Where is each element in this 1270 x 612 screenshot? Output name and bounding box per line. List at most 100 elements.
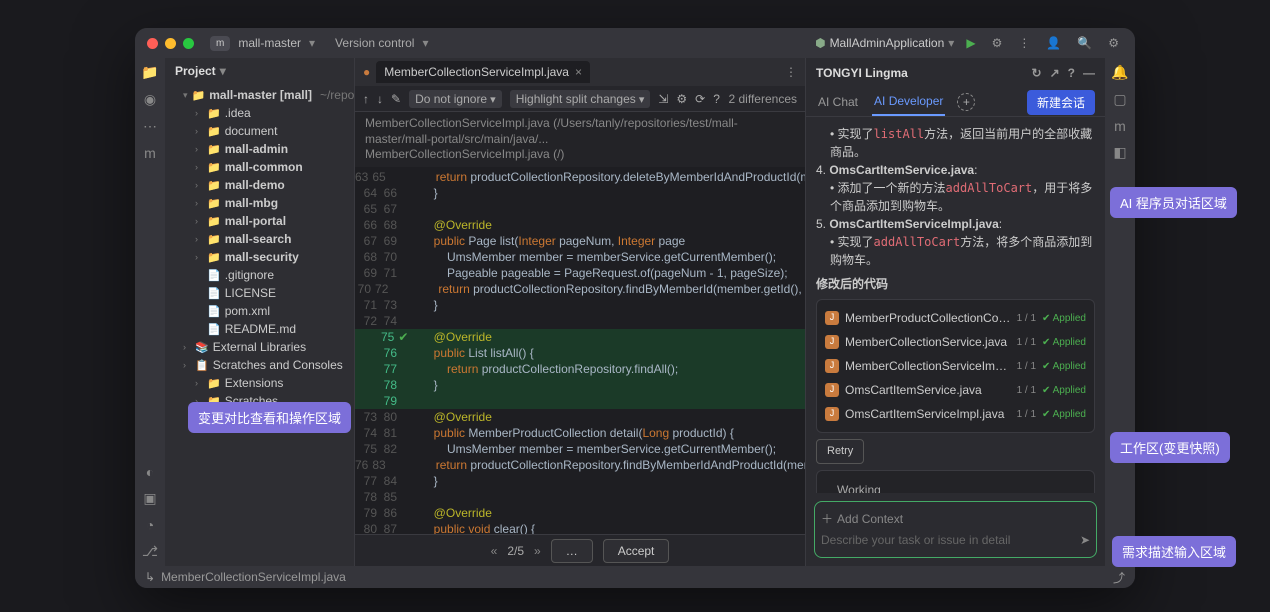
- minimize-icon[interactable]: —: [1083, 66, 1095, 80]
- tree-item-label: Extensions: [225, 376, 284, 390]
- bookmark-icon[interactable]: ◉: [144, 91, 156, 108]
- ws-reject[interactable]: Reject: [1021, 491, 1049, 493]
- more-icon[interactable]: ⋮: [1014, 32, 1034, 54]
- open-icon[interactable]: ↗: [1050, 66, 1060, 80]
- chevron-right-icon: ›: [195, 144, 203, 154]
- ws-latest[interactable]: Latest: [888, 490, 921, 494]
- tree-item[interactable]: ›📚External Libraries: [165, 338, 354, 356]
- tree-item[interactable]: ›📁mall-portal: [165, 212, 354, 230]
- tree-item[interactable]: 📄LICENSE: [165, 284, 354, 302]
- task-icon[interactable]: ◔: [146, 517, 154, 533]
- new-chat-button[interactable]: 新建会话: [1027, 90, 1095, 115]
- edit-icon[interactable]: ✎: [391, 92, 401, 106]
- m-icon[interactable]: m: [144, 145, 156, 161]
- chevron-right-icon: ›: [195, 162, 203, 172]
- ws-diff[interactable]: Diff: [1000, 491, 1015, 493]
- working-space: ▾ Working Space Latest ▾ ✔ Applied Diff …: [816, 470, 1095, 494]
- tree-item[interactable]: ›📁Extensions: [165, 374, 354, 392]
- add-context[interactable]: ＋ Add Context: [821, 508, 1090, 529]
- tab-file[interactable]: MemberCollectionServiceImpl.java ×: [376, 61, 590, 83]
- maximize-icon[interactable]: [183, 38, 194, 49]
- chevron-down-icon[interactable]: ▾: [825, 490, 831, 494]
- chevron-down-icon[interactable]: ▾: [927, 490, 933, 494]
- change-row[interactable]: JOmsCartItemService.java1 / 1✔ Applied: [823, 378, 1088, 402]
- change-row[interactable]: JOmsCartItemServiceImpl.java1 / 1✔ Appli…: [823, 402, 1088, 426]
- down-arrow-icon[interactable]: ↓: [377, 92, 383, 106]
- change-row[interactable]: JMemberProductCollectionController.java1…: [823, 306, 1088, 330]
- sync-icon[interactable]: ⟳: [695, 92, 705, 106]
- retry-button[interactable]: Retry: [816, 439, 864, 464]
- run-icon[interactable]: ▶: [962, 32, 979, 54]
- reject-button[interactable]: …: [551, 539, 593, 563]
- run-configuration[interactable]: ⬢ MallAdminApplication ▾: [815, 36, 954, 50]
- history-icon[interactable]: ↻: [1032, 66, 1042, 80]
- tree-item[interactable]: ›📁mall-demo: [165, 176, 354, 194]
- ws-accept[interactable]: Accept: [1055, 491, 1086, 493]
- ai-prompt-input[interactable]: Describe your task or issue in detail ➤: [821, 529, 1090, 551]
- globe-icon[interactable]: ◐: [146, 464, 154, 480]
- up-arrow-icon[interactable]: ↑: [363, 92, 369, 106]
- structure-icon[interactable]: ⋯: [143, 118, 157, 135]
- help-icon[interactable]: ?: [1068, 66, 1075, 80]
- code-line: 6870 UmsMember member = memberService.ge…: [355, 249, 805, 265]
- m-icon[interactable]: m: [1114, 118, 1126, 134]
- tree-item[interactable]: ›📁mall-security: [165, 248, 354, 266]
- git-icon[interactable]: ⎇: [142, 543, 158, 560]
- next-icon[interactable]: »: [534, 544, 541, 558]
- change-row[interactable]: JMemberCollectionServiceImpl.java1 / 1✔ …: [823, 354, 1088, 378]
- bell-icon[interactable]: 🔔: [1111, 64, 1128, 81]
- tree-root[interactable]: ▾ 📁 mall-master [mall] ~/repositories: [165, 86, 354, 104]
- tree-item[interactable]: ›📁mall-admin: [165, 140, 354, 158]
- gear-icon[interactable]: ⚙: [676, 92, 687, 106]
- prev-icon[interactable]: «: [491, 544, 498, 558]
- collapse-icon[interactable]: ⇲: [658, 92, 668, 106]
- chevron-down-icon[interactable]: ▾: [309, 36, 315, 50]
- minimize-icon[interactable]: [165, 38, 176, 49]
- tree-item[interactable]: ›📁mall-mbg: [165, 194, 354, 212]
- send-icon[interactable]: ➤: [1080, 533, 1090, 547]
- tree-item[interactable]: ›📁mall-search: [165, 230, 354, 248]
- tree-item[interactable]: ›📁document: [165, 122, 354, 140]
- ignore-select[interactable]: Do not ignore ▾: [409, 90, 502, 108]
- bug-icon: ⬢: [815, 36, 825, 50]
- close-icon[interactable]: [147, 38, 158, 49]
- folder-icon: 📁: [192, 89, 206, 102]
- change-row[interactable]: JMemberCollectionService.java1 / 1✔ Appl…: [823, 330, 1088, 354]
- tree-item-label: README.md: [225, 322, 296, 336]
- more-icon[interactable]: ⋮: [785, 65, 797, 79]
- settings-icon[interactable]: ⚙: [1104, 32, 1123, 54]
- tab-ai-chat[interactable]: AI Chat: [816, 89, 860, 115]
- close-icon[interactable]: ×: [575, 65, 582, 79]
- code-line: 6769 public Page list(Integer pageNum, I…: [355, 233, 805, 249]
- add-tab-icon[interactable]: +: [957, 93, 975, 111]
- tree-item[interactable]: 📄.gitignore: [165, 266, 354, 284]
- sidebar-header[interactable]: Project ▾: [165, 58, 354, 84]
- code-line: 6365 return productCollectionRepository.…: [355, 169, 805, 185]
- version-control[interactable]: Version control: [335, 36, 414, 50]
- terminal-icon[interactable]: ▣: [143, 490, 156, 507]
- file-icon: 📄: [207, 305, 221, 318]
- collab-icon[interactable]: 👤: [1042, 32, 1065, 54]
- highlight-select[interactable]: Highlight split changes ▾: [510, 90, 651, 108]
- tree-item[interactable]: ›📋Scratches and Consoles: [165, 356, 354, 374]
- tree-item[interactable]: 📄pom.xml: [165, 302, 354, 320]
- ai-panel: TONGYI Lingma ↻ ↗ ? — AI Chat AI Develop…: [805, 58, 1105, 566]
- tree-item[interactable]: ›📁.idea: [165, 104, 354, 122]
- code-editor[interactable]: 6365 return productCollectionRepository.…: [355, 167, 805, 534]
- folder-icon[interactable]: 📁: [141, 64, 158, 81]
- code-line: 7072 return productCollectionRepository.…: [355, 281, 805, 297]
- status-bar: ↳ MemberCollectionServiceImpl.java ⤴: [135, 566, 1135, 588]
- tree-item[interactable]: 📄README.md: [165, 320, 354, 338]
- accept-button[interactable]: Accept: [603, 539, 670, 563]
- share-icon[interactable]: ⤴: [1113, 569, 1125, 586]
- db-icon[interactable]: ◧: [1113, 144, 1126, 161]
- gear-icon[interactable]: ⚙: [988, 32, 1007, 54]
- search-icon[interactable]: 🔍: [1073, 32, 1096, 54]
- tree-item[interactable]: ›📁mall-common: [165, 158, 354, 176]
- help-icon[interactable]: ?: [713, 92, 720, 106]
- tree-item-label: mall-mbg: [225, 196, 278, 210]
- chevron-down-icon[interactable]: ▾: [422, 36, 428, 50]
- tab-ai-developer[interactable]: AI Developer: [872, 88, 945, 116]
- code-line: 6971 Pageable pageable = PageRequest.of(…: [355, 265, 805, 281]
- panel-icon[interactable]: ▢: [1113, 91, 1126, 108]
